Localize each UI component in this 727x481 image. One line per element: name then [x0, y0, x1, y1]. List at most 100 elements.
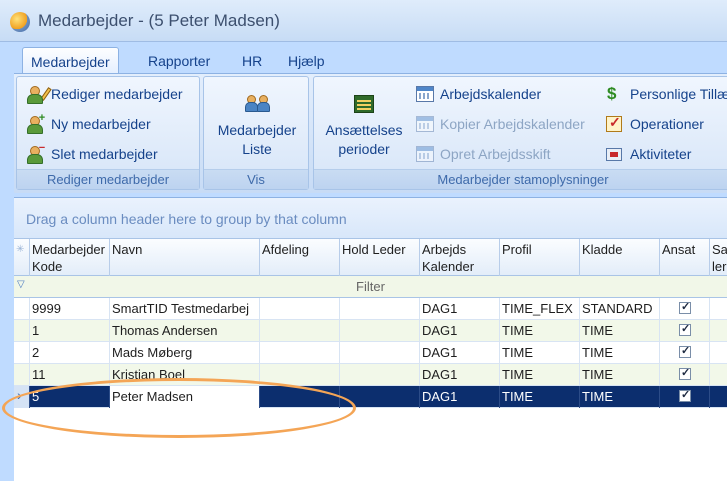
cell-code[interactable]: 9999 — [30, 298, 110, 320]
cell-partial[interactable] — [710, 364, 727, 386]
row-indicator[interactable] — [14, 364, 30, 386]
cell-profile[interactable]: TIME — [500, 364, 580, 386]
edit-employee-button[interactable]: Rediger medarbejder — [25, 83, 183, 105]
activities-icon — [604, 145, 624, 163]
cell-department[interactable] — [260, 364, 340, 386]
header-corner-icon[interactable]: ✳ — [14, 239, 30, 276]
cell-name[interactable]: Mads Møberg — [110, 342, 260, 364]
table-row[interactable]: 1 Thomas Andersen DAG1 TIME TIME — [14, 320, 727, 342]
cell-code[interactable]: 1 — [30, 320, 110, 342]
cell-code[interactable]: 2 — [30, 342, 110, 364]
cell-team-leader[interactable] — [340, 364, 420, 386]
row-indicator[interactable] — [14, 298, 30, 320]
current-row-arrow-icon: › — [17, 387, 22, 403]
employed-checkbox[interactable] — [679, 388, 691, 402]
column-header-name[interactable]: Navn — [110, 239, 260, 276]
ribbon-group-edit: Rediger medarbejder + Ny medarbejder − S… — [16, 76, 200, 190]
employment-periods-button[interactable]: Ansættelses perioder — [318, 93, 410, 159]
cell-name[interactable]: Peter Madsen — [110, 386, 260, 408]
cell-partial[interactable] — [710, 298, 727, 320]
copy-work-calendar-button[interactable]: Kopier Arbejdskalender — [414, 113, 585, 135]
column-header-code[interactable]: Medarbejder Kode — [30, 239, 110, 276]
cell-name[interactable]: Kristian Boel — [110, 364, 260, 386]
column-header-work-calendar[interactable]: Arbejds Kalender — [420, 239, 500, 276]
cell-name[interactable]: SmartTID Testmedarbej — [110, 298, 260, 320]
ribbon-tabs: Medarbejder Rapporter HR Hjælp — [14, 44, 727, 74]
cell-team-leader[interactable] — [340, 298, 420, 320]
cell-employed[interactable] — [660, 298, 710, 320]
row-indicator[interactable]: › — [14, 386, 30, 408]
cell-work-calendar[interactable]: DAG1 — [420, 386, 500, 408]
column-header-department[interactable]: Afdeling — [260, 239, 340, 276]
cell-department[interactable] — [260, 386, 340, 408]
cell-employed[interactable] — [660, 320, 710, 342]
filter-row[interactable]: ▽ Filter — [14, 276, 727, 298]
tab-rapporter[interactable]: Rapporter — [140, 47, 218, 74]
cell-draft[interactable]: TIME — [580, 320, 660, 342]
cell-name[interactable]: Thomas Andersen — [110, 320, 260, 342]
create-work-shift-button[interactable]: Opret Arbejdsskift — [414, 143, 551, 165]
activities-button[interactable]: Aktiviteter — [604, 143, 691, 165]
column-header-partial[interactable]: Sa ler — [710, 239, 727, 276]
ribbon-group-view: Medarbejder Liste Vis — [203, 76, 309, 190]
table-row[interactable]: 2 Mads Møberg DAG1 TIME TIME — [14, 342, 727, 364]
new-employee-label: Ny medarbejder — [51, 116, 151, 132]
row-indicator[interactable] — [14, 320, 30, 342]
table-row[interactable]: 11 Kristian Boel DAG1 TIME TIME — [14, 364, 727, 386]
cell-work-calendar[interactable]: DAG1 — [420, 364, 500, 386]
cell-profile[interactable]: TIME_FLEX — [500, 298, 580, 320]
ribbon-group-master: Ansættelses perioder Arbejdskalender Kop… — [313, 76, 727, 190]
cell-profile[interactable]: TIME — [500, 386, 580, 408]
cell-draft[interactable]: STANDARD — [580, 298, 660, 320]
column-header-profile[interactable]: Profil — [500, 239, 580, 276]
cell-work-calendar[interactable]: DAG1 — [420, 342, 500, 364]
cell-partial[interactable] — [710, 386, 727, 408]
cell-work-calendar[interactable]: DAG1 — [420, 320, 500, 342]
cell-team-leader[interactable] — [340, 386, 420, 408]
cell-employed[interactable] — [660, 386, 710, 408]
group-label-master: Medarbejder stamoplysninger — [314, 169, 727, 189]
cell-employed[interactable] — [660, 342, 710, 364]
employed-checkbox[interactable] — [679, 366, 691, 380]
cell-team-leader[interactable] — [340, 342, 420, 364]
cell-work-calendar[interactable]: DAG1 — [420, 298, 500, 320]
employed-checkbox[interactable] — [679, 344, 691, 358]
employee-list-button[interactable]: Medarbejder Liste — [208, 93, 306, 159]
operations-icon — [604, 114, 624, 133]
cell-profile[interactable]: TIME — [500, 342, 580, 364]
cell-team-leader[interactable] — [340, 320, 420, 342]
cell-draft[interactable]: TIME — [580, 342, 660, 364]
employed-checkbox[interactable] — [679, 300, 691, 314]
group-label-edit: Rediger medarbejder — [17, 169, 199, 189]
cell-partial[interactable] — [710, 320, 727, 342]
column-header-draft[interactable]: Kladde — [580, 239, 660, 276]
new-employee-button[interactable]: + Ny medarbejder — [25, 113, 151, 135]
cell-department[interactable] — [260, 342, 340, 364]
delete-employee-button[interactable]: − Slet medarbejder — [25, 143, 158, 165]
cell-department[interactable] — [260, 320, 340, 342]
tab-hjaelp[interactable]: Hjælp — [280, 47, 333, 74]
cell-draft[interactable]: TIME — [580, 364, 660, 386]
tab-medarbejder[interactable]: Medarbejder — [22, 47, 119, 74]
group-by-panel[interactable]: Drag a column header here to group by th… — [14, 198, 727, 238]
cell-department[interactable] — [260, 298, 340, 320]
row-indicator[interactable] — [14, 342, 30, 364]
cell-code[interactable]: 5 — [30, 386, 110, 408]
operations-label: Operationer — [630, 116, 704, 132]
personal-supplements-button[interactable]: $ Personlige Tillæ — [604, 83, 727, 105]
table-row-selected[interactable]: › 5 Peter Madsen DAG1 TIME TIME — [14, 386, 727, 408]
work-calendar-button[interactable]: Arbejdskalender — [414, 83, 541, 105]
table-row[interactable]: 9999 SmartTID Testmedarbej DAG1 TIME_FLEX ST… — [14, 298, 727, 320]
employed-checkbox[interactable] — [679, 322, 691, 336]
cell-draft[interactable]: TIME — [580, 386, 660, 408]
column-header-employed[interactable]: Ansat — [660, 239, 710, 276]
column-header-team-leader[interactable]: Hold Leder — [340, 239, 420, 276]
tab-hr[interactable]: HR — [234, 47, 270, 74]
operations-button[interactable]: Operationer — [604, 113, 704, 135]
cell-partial[interactable] — [710, 342, 727, 364]
cell-employed[interactable] — [660, 364, 710, 386]
app-logo-icon[interactable] — [10, 12, 30, 32]
cell-code[interactable]: 11 — [30, 364, 110, 386]
add-user-icon: + — [25, 113, 45, 134]
cell-profile[interactable]: TIME — [500, 320, 580, 342]
